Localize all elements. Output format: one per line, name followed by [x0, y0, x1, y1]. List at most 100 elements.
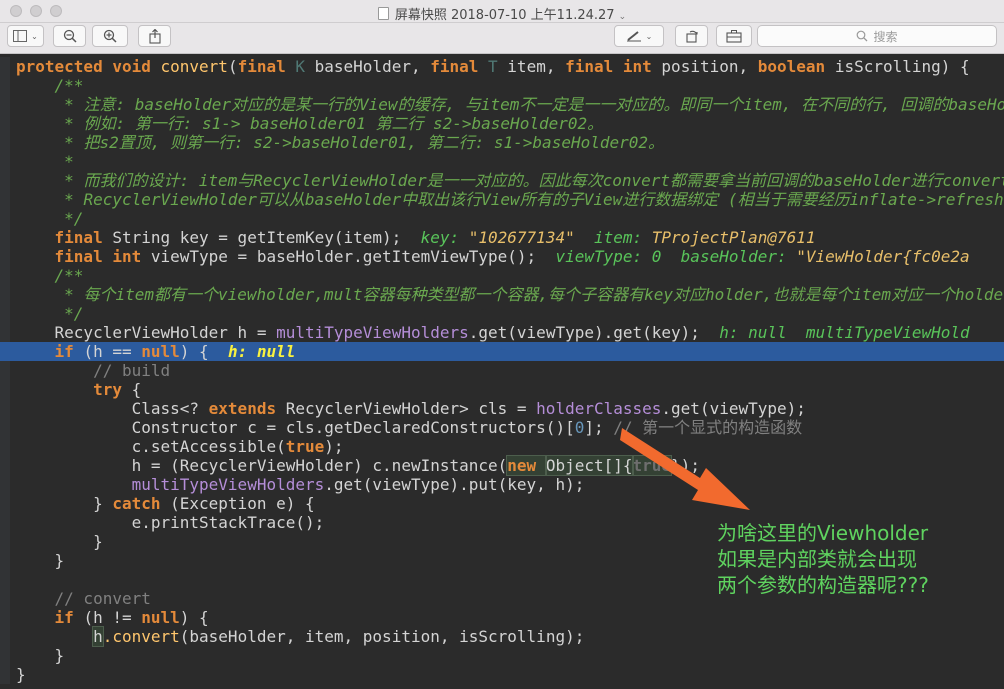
code-text: * 把s2置顶, 则第一行: s2->baseHolder01, 第二行: s1… — [16, 133, 664, 152]
code-token: position, — [661, 57, 758, 76]
window-title[interactable]: 屏幕快照 2018-07-10 上午11.24.27 ⌄ — [0, 4, 1004, 23]
code-gutter — [0, 133, 10, 152]
code-token: ( — [227, 57, 238, 76]
markup-chevron-icon: ⌄ — [645, 31, 653, 41]
code-gutter — [0, 475, 10, 494]
code-token: try — [93, 380, 132, 399]
code-token: 0 — [574, 418, 585, 437]
title-chevron-icon: ⌄ — [618, 12, 627, 22]
code-text: * 而我们的设计: item与RecyclerViewHolder是一一对应的。… — [16, 171, 1004, 190]
code-token: if — [54, 608, 84, 627]
window-title-text: 屏幕快照 2018-07-10 上午11.24.27 — [394, 8, 615, 23]
code-token: baseHolder, — [314, 57, 431, 76]
code-token: null — [141, 608, 180, 627]
code-token: h: null — [227, 342, 296, 361]
code-gutter — [0, 95, 10, 114]
code-token: * 例如: 第一行: s1-> baseHolder01 第二行 s2->bas… — [64, 114, 604, 133]
code-token: item: — [593, 228, 652, 247]
code-line: h = (RecyclerViewHolder) c.newInstance(n… — [0, 455, 1004, 476]
sidebar-icon — [13, 30, 28, 42]
code-token: Class<? — [131, 399, 209, 418]
code-gutter — [0, 646, 10, 665]
toolbox-button[interactable] — [716, 25, 752, 47]
code-line: * 每个item都有一个viewholder,mult容器每种类型都一个容器,每… — [0, 285, 1004, 304]
code-text: h = (RecyclerViewHolder) c.newInstance(n… — [16, 455, 700, 476]
code-gutter — [0, 380, 10, 399]
code-token: } — [54, 551, 65, 570]
code-token: "ViewHolder{fc0e2a — [796, 247, 970, 266]
code-token: isScrolling) { — [834, 57, 970, 76]
code-line-current: if (h == null) { h: null — [0, 342, 1004, 361]
code-gutter — [0, 627, 10, 646]
code-text: } — [16, 551, 65, 570]
code-line: } — [0, 665, 1004, 684]
code-token: } — [93, 532, 103, 551]
code-text: } — [16, 665, 26, 684]
document-icon — [377, 7, 389, 20]
code-token: ) { — [179, 342, 228, 361]
code-gutter — [0, 285, 10, 304]
code-text: } catch (Exception e) { — [16, 494, 315, 513]
code-token: ) { — [179, 608, 209, 627]
code-token: // convert — [54, 589, 151, 608]
code-line: Class<? extends RecyclerViewHolder> cls … — [0, 399, 1004, 418]
code-token: (h == — [83, 342, 142, 361]
share-button[interactable] — [138, 25, 171, 47]
code-token: c.setAccessible( — [131, 437, 286, 456]
code-token: final — [237, 57, 296, 76]
code-token: { — [131, 380, 142, 399]
code-token: multiTypeViewHolders — [131, 475, 325, 494]
zoom-out-button[interactable] — [53, 25, 86, 47]
code-token: .convert — [102, 627, 180, 646]
code-line: * RecyclerViewHolder可以从baseHolder中取出该行Vi… — [0, 190, 1004, 209]
code-text: // convert — [16, 589, 151, 608]
code-gutter — [0, 342, 10, 361]
code-line: * — [0, 152, 1004, 171]
zoom-in-button[interactable] — [92, 25, 128, 47]
code-line: } — [0, 646, 1004, 665]
code-token: e.printStackTrace(); — [131, 513, 325, 532]
code-text: h.convert(baseHolder, item, position, is… — [16, 626, 584, 647]
rotate-button[interactable] — [675, 25, 708, 47]
annotation-arrow-shape — [620, 428, 750, 510]
code-gutter — [0, 437, 10, 456]
code-token: RecyclerViewHolder> cls = — [285, 399, 537, 418]
code-gutter — [0, 152, 10, 171]
code-token: * — [64, 152, 74, 171]
sidebar-toggle-button[interactable]: ⌄ — [7, 25, 44, 47]
code-text: * 注意: baseHolder对应的是某一行的View的缓存, 与item不一… — [16, 95, 1004, 114]
code-token: String key = getItemKey(item); — [112, 228, 421, 247]
code-text: * RecyclerViewHolder可以从baseHolder中取出该行Vi… — [16, 190, 1003, 209]
code-gutter — [0, 266, 10, 285]
code-token: RecyclerViewHolder h = — [54, 323, 277, 342]
code-text: // build — [16, 361, 170, 380]
code-token: .get(viewType).get(key); — [468, 323, 720, 342]
zoom-in-icon — [103, 29, 117, 43]
code-token: ); — [324, 437, 344, 456]
code-token: // build — [93, 361, 171, 380]
search-field[interactable]: 搜索 — [757, 25, 997, 47]
code-line: final String key = getItemKey(item); key… — [0, 228, 1004, 247]
code-token: int — [112, 247, 151, 266]
code-token: item, — [507, 57, 566, 76]
code-gutter — [0, 304, 10, 323]
code-token: final — [565, 57, 623, 76]
code-gutter — [0, 456, 10, 475]
zoom-out-icon — [63, 29, 77, 43]
markup-button[interactable]: ⌄ — [614, 25, 664, 47]
